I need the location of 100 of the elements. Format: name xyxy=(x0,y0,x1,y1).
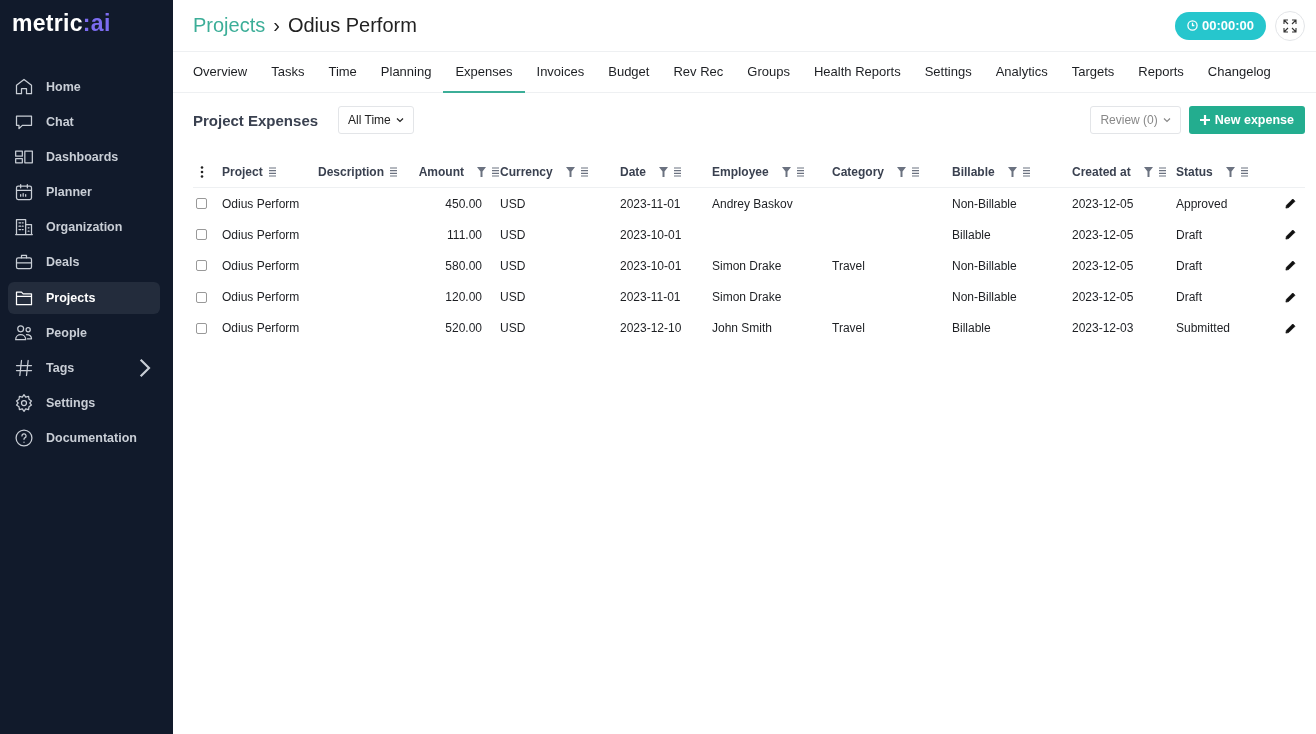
filter-icon[interactable] xyxy=(477,167,486,177)
tab[interactable]: Expenses xyxy=(443,52,525,93)
table-cell: Billable xyxy=(952,227,991,242)
table-cell: 450.00 xyxy=(445,196,482,211)
sidebar-item[interactable]: Home xyxy=(8,71,160,103)
tab[interactable]: Rev Rec xyxy=(661,52,736,93)
review-dropdown[interactable]: Review (0) xyxy=(1090,106,1181,134)
filter-icon[interactable] xyxy=(1143,167,1153,177)
column-header[interactable]: Employee xyxy=(712,165,805,179)
table-cell: Odius Perform xyxy=(222,196,300,211)
table-cell: Odius Perform xyxy=(222,258,300,273)
tab[interactable]: Planning xyxy=(368,52,444,93)
row-checkbox[interactable] xyxy=(196,229,207,241)
sort-icon[interactable] xyxy=(267,167,277,177)
filter-icon[interactable] xyxy=(781,167,791,177)
table-cell: 2023-12-03 xyxy=(1072,321,1134,336)
table-cell: John Smith xyxy=(712,321,773,336)
table-cell: Draft xyxy=(1176,290,1202,305)
people-icon xyxy=(14,322,34,343)
sort-icon[interactable] xyxy=(1021,167,1031,177)
tab[interactable]: Reports xyxy=(1126,52,1196,93)
filter-icon[interactable] xyxy=(1225,167,1235,177)
section-title: Project Expenses xyxy=(193,111,319,129)
pencil-icon[interactable] xyxy=(1285,322,1296,334)
tab[interactable]: Tasks xyxy=(259,52,317,93)
table-cell: Odius Perform xyxy=(222,290,300,305)
table-cell: 2023-12-05 xyxy=(1072,258,1134,273)
pencil-icon[interactable] xyxy=(1285,198,1296,210)
table-cell: 580.00 xyxy=(445,258,482,273)
table-cell: 2023-12-05 xyxy=(1072,290,1134,305)
sort-icon[interactable] xyxy=(1157,167,1167,177)
table-cell: 2023-11-01 xyxy=(620,196,681,211)
sidebar-item[interactable]: Organization xyxy=(8,211,160,244)
column-header[interactable]: Amount xyxy=(418,165,500,179)
sort-icon[interactable] xyxy=(911,167,920,177)
column-header[interactable]: Currency xyxy=(500,165,589,179)
table-cell: USD xyxy=(500,258,526,273)
table-cell: Non-Billable xyxy=(952,290,1017,305)
tab[interactable]: Analytics xyxy=(983,52,1060,93)
sidebar-item[interactable]: Planner xyxy=(8,176,160,209)
tab[interactable]: Budget xyxy=(596,52,662,93)
filter-icon[interactable] xyxy=(659,167,668,177)
caret-icon xyxy=(1162,116,1171,124)
fullscreen-button[interactable] xyxy=(1275,10,1305,41)
logo-accent-text: :ai xyxy=(82,10,111,38)
tab[interactable]: Settings xyxy=(912,52,984,93)
table-cell: 2023-10-01 xyxy=(620,227,682,242)
help-icon xyxy=(14,427,34,448)
sidebar-item[interactable]: Deals xyxy=(8,246,160,279)
column-menu-icon[interactable] xyxy=(200,166,204,178)
table-cell: Travel xyxy=(832,321,865,336)
sidebar-item[interactable]: Projects xyxy=(8,281,160,314)
filter-icon[interactable] xyxy=(565,167,575,177)
row-checkbox[interactable] xyxy=(196,291,207,303)
filter-icon[interactable] xyxy=(897,167,906,177)
tab[interactable]: Groups xyxy=(735,52,802,93)
tab[interactable]: Changelog xyxy=(1195,52,1283,93)
row-checkbox[interactable] xyxy=(196,260,207,272)
table-cell: Travel xyxy=(832,258,865,273)
table-cell: 2023-11-01 xyxy=(620,290,681,305)
row-checkbox[interactable] xyxy=(196,322,207,334)
sidebar-item[interactable]: Tags xyxy=(8,351,160,384)
column-header[interactable]: Description xyxy=(318,165,398,179)
column-header[interactable]: Status xyxy=(1176,165,1249,179)
column-header[interactable]: Billable xyxy=(952,165,1031,179)
column-header[interactable]: Project xyxy=(222,165,277,179)
table-cell: 111.00 xyxy=(447,227,482,242)
sidebar-item[interactable]: Settings xyxy=(8,386,160,419)
filter-icon[interactable] xyxy=(1007,167,1017,177)
tab[interactable]: Time xyxy=(316,52,369,93)
sort-icon[interactable] xyxy=(795,167,805,177)
period-dropdown[interactable]: All Time xyxy=(338,106,414,134)
sidebar-item[interactable]: People xyxy=(8,316,160,349)
table-cell: 2023-10-01 xyxy=(620,258,682,273)
sidebar-item[interactable]: Documentation xyxy=(8,421,160,454)
row-checkbox[interactable] xyxy=(196,198,207,210)
column-header[interactable]: Category xyxy=(832,165,920,179)
sort-icon[interactable] xyxy=(491,167,500,177)
tab[interactable]: Targets xyxy=(1059,52,1127,93)
table-cell: Simon Drake xyxy=(712,258,782,273)
column-header[interactable]: Date xyxy=(620,165,682,179)
pencil-icon[interactable] xyxy=(1285,291,1296,303)
caret-icon xyxy=(395,116,404,124)
tab[interactable]: Overview xyxy=(181,52,260,93)
table-cell: Andrey Baskov xyxy=(712,196,793,211)
tab[interactable]: Health Reports xyxy=(801,52,913,93)
column-header[interactable]: Created at xyxy=(1072,165,1167,179)
sidebar-item[interactable]: Chat xyxy=(8,106,160,139)
table-cell: USD xyxy=(500,227,526,242)
table-cell: Simon Drake xyxy=(712,290,782,305)
pencil-icon[interactable] xyxy=(1285,229,1296,241)
pencil-icon[interactable] xyxy=(1285,260,1296,272)
tab[interactable]: Invoices xyxy=(524,52,597,93)
sort-icon[interactable] xyxy=(579,167,589,177)
sort-icon[interactable] xyxy=(673,167,682,177)
table-cell: Odius Perform xyxy=(222,321,300,336)
sort-icon[interactable] xyxy=(1239,167,1249,177)
table-cell: Billable xyxy=(952,321,991,336)
sidebar-item[interactable]: Dashboards xyxy=(8,141,160,174)
sort-icon[interactable] xyxy=(389,167,398,177)
